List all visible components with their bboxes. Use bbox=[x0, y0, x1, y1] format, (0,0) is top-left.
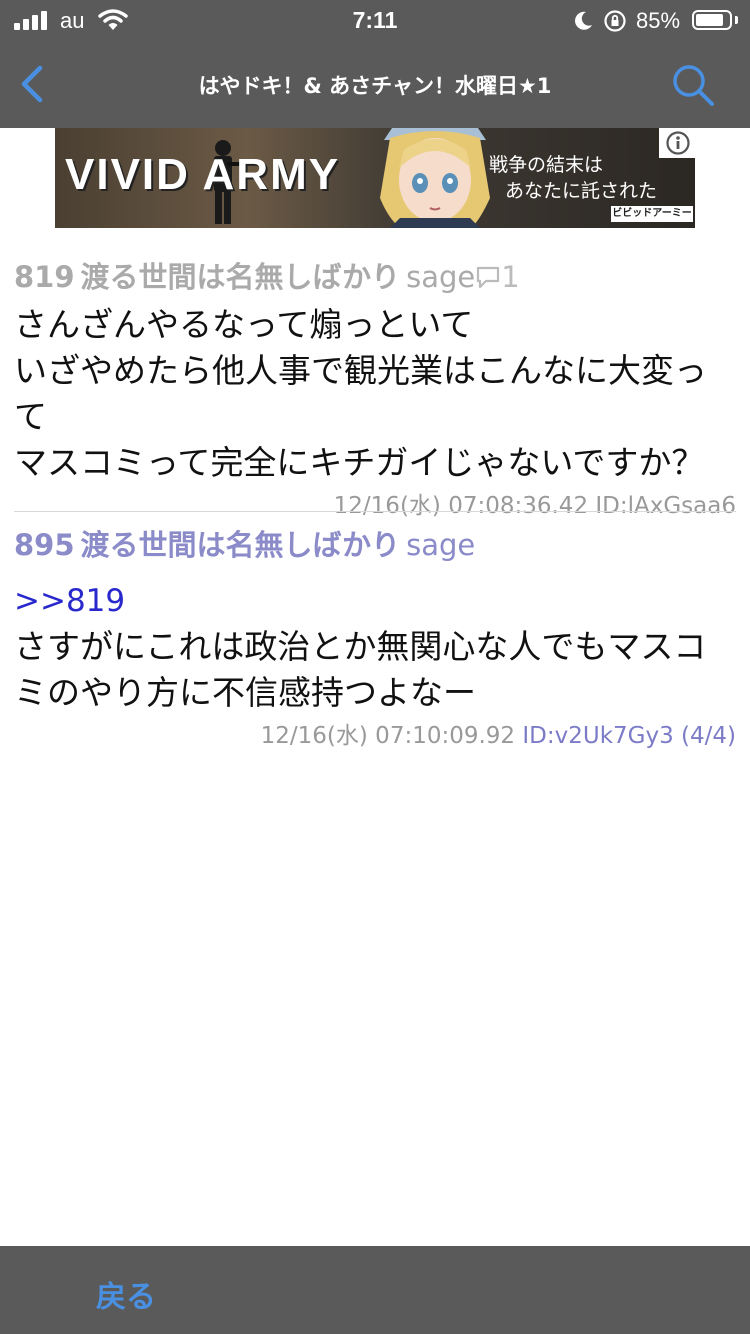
post-meta: 12/16(水) 07:10:09.92 ID:v2Uk7Gy3 (4/4) bbox=[14, 716, 736, 750]
reply-count: 1 bbox=[501, 260, 520, 294]
status-bar: au 7:11 85% bbox=[0, 0, 750, 42]
poster-name: 渡る世間は名無しばかり bbox=[80, 260, 401, 294]
ad-tagline-line1: 戦争の結末は bbox=[489, 154, 604, 176]
navigation-bar: はやドキ！& あさチャン！水曜日★1 bbox=[0, 42, 750, 128]
post-meta: 12/16(水) 07:08:36.42 ID:lAxGsaa6 bbox=[333, 493, 736, 519]
speech-bubble-icon bbox=[477, 266, 500, 289]
reply-anchor-link[interactable]: >>819 bbox=[14, 578, 736, 624]
post-number[interactable]: 819 bbox=[14, 260, 75, 294]
anime-character-illustration bbox=[380, 128, 490, 228]
mail-field: sage bbox=[406, 260, 476, 294]
post-line: ミのやり方に不信感持つよなー bbox=[14, 673, 476, 712]
post-header: 819 渡る世間は名無しばかり sage 1 bbox=[14, 254, 736, 296]
post-divider bbox=[14, 511, 736, 512]
ad-logo: ビビッドアーミー bbox=[611, 206, 693, 222]
ad-title: VIVID ARMY bbox=[65, 150, 341, 199]
rotation-lock-icon bbox=[604, 10, 626, 32]
battery-fill bbox=[696, 14, 724, 26]
ad-banner[interactable]: VIVID ARMY 戦争の結末は あなたに託された ビビッドアーミー bbox=[55, 128, 695, 228]
battery-icon bbox=[692, 10, 732, 30]
thread-title: はやドキ！& あさチャン！水曜日★1 bbox=[198, 74, 552, 98]
search-icon[interactable] bbox=[668, 60, 718, 110]
post-line: さんざんやるなって煽っといて bbox=[14, 305, 474, 344]
post-header: 895 渡る世間は名無しばかり sage bbox=[14, 522, 736, 564]
post-line: さすがにこれは政治とか無関心な人でもマスコ bbox=[14, 627, 707, 666]
post-body: さんざんやるなって煽っといて いざやめたら他人事で観光業はこんなに大変っ て マ… bbox=[14, 302, 736, 486]
post-line: マスコミって完全にキチガイじゃないですか？ bbox=[14, 443, 705, 482]
reply-count-button[interactable]: 1 bbox=[475, 260, 520, 294]
poster-name: 渡る世間は名無しばかり bbox=[80, 528, 401, 562]
post-date: 12/16(水) 07:10:09.92 bbox=[260, 723, 516, 749]
post-number[interactable]: 895 bbox=[14, 528, 75, 562]
bottom-toolbar: 戻る bbox=[0, 1246, 750, 1334]
mail-field: sage bbox=[406, 528, 476, 562]
post-line: いざやめたら他人事で観光業はこんなに大変っ bbox=[14, 351, 707, 390]
back-button[interactable]: 戻る bbox=[96, 1272, 156, 1316]
ad-tagline: 戦争の結末は あなたに託された bbox=[489, 152, 663, 204]
ad-tagline-line2: あなたに託された bbox=[505, 180, 658, 202]
post-895: 895 渡る世間は名無しばかり sage >>819 さすがにこれは政治とか無関心な… bbox=[14, 522, 736, 750]
battery-percent: 85% bbox=[636, 8, 681, 33]
chevron-left-icon[interactable] bbox=[12, 60, 56, 108]
post-body: >>819 さすがにこれは政治とか無関心な人でもマスコ ミのやり方に不信感持つよ… bbox=[14, 578, 736, 716]
post-819: 819 渡る世間は名無しばかり sage 1 さんざんやるなって煽っといて いざやめた… bbox=[14, 254, 736, 520]
moon-icon bbox=[575, 11, 592, 30]
battery-cap bbox=[735, 16, 738, 24]
post-line: て bbox=[14, 397, 47, 436]
poster-id-link[interactable]: ID:v2Uk7Gy3 (4/4) bbox=[522, 723, 736, 749]
info-icon[interactable] bbox=[659, 128, 695, 158]
